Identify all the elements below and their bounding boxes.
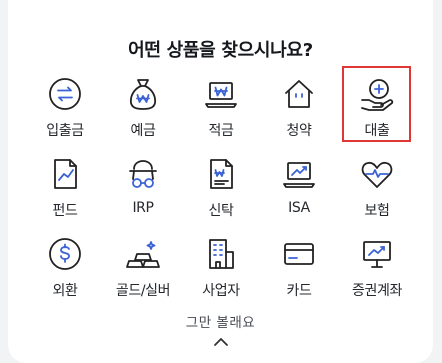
product-label: 카드 <box>286 283 312 299</box>
product-label: 보험 <box>364 203 390 219</box>
product-installment-savings[interactable]: 적금 <box>182 70 260 150</box>
product-irp[interactable]: IRP <box>104 150 182 230</box>
product-deposit-withdrawal[interactable]: 입출금 <box>26 70 104 150</box>
heart-pulse-icon <box>357 154 397 194</box>
product-label: 대출 <box>364 123 390 139</box>
gold-bars-icon <box>123 234 163 274</box>
money-bag-icon <box>123 74 163 114</box>
building-icon <box>201 234 241 274</box>
product-label: 예금 <box>130 123 156 139</box>
product-insurance[interactable]: 보험 <box>338 150 416 230</box>
product-label: 펀드 <box>52 203 78 219</box>
hand-coin-icon <box>357 74 397 114</box>
house-icon <box>279 74 319 114</box>
product-label: 입출금 <box>46 123 84 139</box>
laptop-chart-icon <box>279 154 319 194</box>
dollar-coin-icon <box>45 234 85 274</box>
product-trust[interactable]: 신탁 <box>182 150 260 230</box>
product-foreign-exchange[interactable]: 외환 <box>26 230 104 310</box>
product-card[interactable]: 카드 <box>260 230 338 310</box>
product-savings-deposit[interactable]: 예금 <box>104 70 182 150</box>
product-business[interactable]: 사업자 <box>182 230 260 310</box>
product-isa[interactable]: ISA <box>260 150 338 230</box>
product-grid: 입출금 예금 적금 청약 대출 펀드 IRP 신탁 ISA 보험 외환 골드/실… <box>26 66 416 300</box>
dismiss-link[interactable]: 그만 볼래요 <box>8 311 433 331</box>
transfer-arrows-icon <box>45 74 85 114</box>
product-label: 적금 <box>208 123 234 139</box>
laptop-won-icon <box>201 74 241 114</box>
product-fund[interactable]: 펀드 <box>26 150 104 230</box>
product-loan[interactable]: 대출 <box>338 66 416 150</box>
person-glasses-icon <box>123 154 163 194</box>
credit-card-icon <box>279 234 319 274</box>
monitor-chart-icon <box>357 234 397 274</box>
product-label: 증권계좌 <box>352 283 402 299</box>
product-gold-silver[interactable]: 골드/실버 <box>104 230 182 310</box>
product-label: 사업자 <box>202 283 240 299</box>
product-subscription[interactable]: 청약 <box>260 70 338 150</box>
product-label: 신탁 <box>208 203 234 219</box>
product-label: 골드/실버 <box>115 283 171 299</box>
document-won-icon <box>201 154 241 194</box>
document-chart-icon <box>45 154 85 194</box>
chevron-up-icon[interactable] <box>212 334 230 348</box>
product-label: ISA <box>288 200 310 216</box>
product-picker-sheet: 어떤 상품을 찾으시나요? 입출금 예금 적금 청약 대출 펀드 IRP 신탁 … <box>8 0 433 363</box>
product-label: IRP <box>132 200 154 216</box>
page-title: 어떤 상품을 찾으시나요? <box>128 40 313 61</box>
product-label: 외환 <box>52 283 78 299</box>
product-securities-account[interactable]: 증권계좌 <box>338 230 416 310</box>
product-label: 청약 <box>286 123 312 139</box>
